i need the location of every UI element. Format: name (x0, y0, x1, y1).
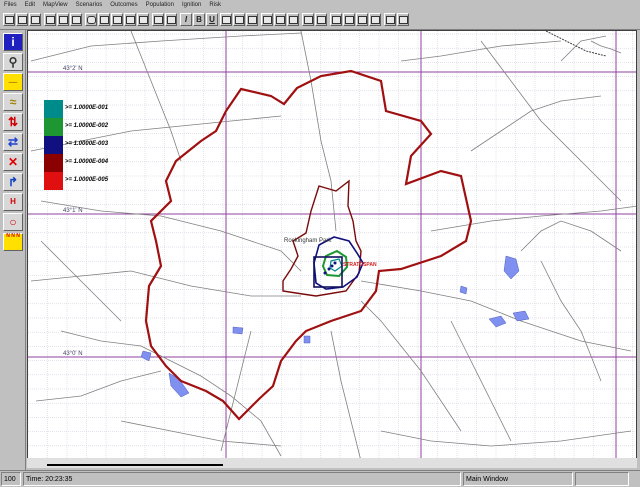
swap-icon[interactable]: ⇅ (3, 113, 23, 131)
legend-label: >= 1.0000E-003 (65, 141, 109, 147)
pan-icon[interactable] (369, 13, 381, 26)
legend-swatch (44, 136, 63, 154)
notes-icon[interactable]: N N N (3, 233, 23, 251)
help-icon[interactable] (315, 13, 327, 26)
search-icon[interactable]: ⚲ (3, 53, 23, 71)
status-time: Time: 20:23:35 (23, 472, 461, 486)
align-center-icon[interactable] (233, 13, 245, 26)
legend-swatch (44, 118, 63, 136)
paste-icon[interactable] (111, 13, 123, 26)
align-left-icon[interactable] (220, 13, 232, 26)
overview-icon[interactable] (397, 13, 409, 26)
up-icon[interactable]: ↱ (3, 173, 23, 191)
latitude-label: 43°2' N (63, 66, 83, 72)
layers-icon[interactable] (274, 13, 286, 26)
undo-icon[interactable] (124, 13, 136, 26)
latitude-label: 43°0' N (63, 351, 83, 357)
redo-icon[interactable] (137, 13, 149, 26)
railroad (545, 31, 607, 57)
map-canvas[interactable] (28, 31, 637, 468)
arrows-icon[interactable]: ⇄ (3, 133, 23, 151)
measure-icon[interactable]: ─ (3, 73, 23, 91)
legend-item: >= 1.0000E-003 (44, 136, 124, 154)
legend-label: >= 1.0000E-005 (65, 177, 109, 183)
legend-swatch (44, 154, 63, 172)
facility-label: STRATOSPAN (343, 262, 377, 268)
text-icon[interactable] (165, 13, 177, 26)
pin-icon[interactable]: ○ (3, 213, 23, 231)
copy-icon[interactable] (98, 13, 110, 26)
font-icon[interactable] (152, 13, 164, 26)
legend-label: >= 1.0000E-002 (65, 123, 109, 129)
facility-boundary (313, 256, 343, 288)
legend-label: >= 1.0000E-001 (65, 105, 109, 111)
status-extra (575, 472, 629, 486)
open-file-icon[interactable] (16, 13, 28, 26)
tool-palette: i ⚲ ─ ≈ ⇅ ⇄ ✕ ↱ H ○ N N N (0, 30, 26, 470)
place-label: Rockingham Park (284, 238, 332, 244)
roads (30, 31, 636, 462)
route-icon[interactable]: ≈ (3, 93, 23, 111)
window-icon[interactable] (302, 13, 314, 26)
horizontal-scrollbar[interactable] (27, 458, 637, 468)
pointer-icon[interactable] (330, 13, 342, 26)
menu-risk[interactable]: Risk (209, 0, 221, 10)
map-window[interactable]: 43°2' N 43°1' N 43°0' N Rockingham Park … (27, 30, 637, 468)
grid-icon[interactable] (261, 13, 273, 26)
cut-icon[interactable] (85, 13, 97, 26)
menu-edit[interactable]: Edit (25, 0, 35, 10)
contour-1e-5 (144, 69, 473, 421)
table-icon[interactable] (287, 13, 299, 26)
water-bodies (140, 255, 530, 398)
lat-lon-lines (28, 31, 636, 467)
height-icon[interactable]: H (3, 193, 23, 211)
italic-button[interactable]: I (180, 13, 192, 26)
info-icon[interactable]: i (3, 33, 23, 51)
menu-ignition[interactable]: Ignition (182, 0, 201, 10)
align-right-icon[interactable] (246, 13, 258, 26)
map-grid (28, 31, 636, 467)
close-icon[interactable]: ✕ (3, 153, 23, 171)
menu-bar: Files Edit MapView Scenarios Outcomes Po… (0, 0, 640, 10)
legend-swatch (44, 100, 63, 118)
print-preview-icon[interactable] (57, 13, 69, 26)
new-file-icon[interactable] (3, 13, 15, 26)
underline-button[interactable]: U (206, 13, 218, 26)
legend-item: >= 1.0000E-001 (44, 100, 124, 118)
bold-button[interactable]: B (193, 13, 205, 26)
risk-legend: >= 1.0000E-001 >= 1.0000E-002 >= 1.0000E… (44, 100, 124, 190)
legend-swatch (44, 172, 63, 190)
scrollbar-thumb[interactable] (47, 460, 223, 466)
toolbar: I B U (0, 10, 640, 30)
legend-item: >= 1.0000E-002 (44, 118, 124, 136)
legend-item: >= 1.0000E-005 (44, 172, 124, 190)
menu-outcomes[interactable]: Outcomes (110, 0, 137, 10)
facility-points (323, 261, 337, 275)
print-icon[interactable] (44, 13, 56, 26)
menu-mapview[interactable]: MapView (43, 0, 68, 10)
zoom-out-icon[interactable] (356, 13, 368, 26)
menu-population[interactable]: Population (146, 0, 174, 10)
save-icon[interactable] (29, 13, 41, 26)
status-zoom: 100 (1, 472, 21, 486)
legend-item: >= 1.0000E-004 (44, 154, 124, 172)
latitude-label: 43°1' N (63, 208, 83, 214)
menu-scenarios[interactable]: Scenarios (76, 0, 103, 10)
zoom-page-icon[interactable] (70, 13, 82, 26)
zoom-in-icon[interactable] (343, 13, 355, 26)
legend-label: >= 1.0000E-004 (65, 159, 109, 165)
ruler-icon[interactable] (384, 13, 396, 26)
status-window: Main Window (463, 472, 573, 486)
status-bar: 100 Time: 20:23:35 Main Window (0, 470, 640, 486)
menu-files[interactable]: Files (4, 0, 17, 10)
